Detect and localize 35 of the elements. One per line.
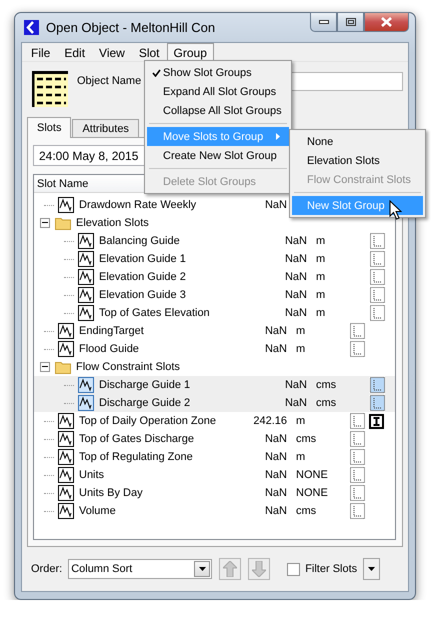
slot-value: NaN	[264, 199, 287, 211]
slot-value: NaN	[264, 325, 287, 337]
slot-value: NaN	[284, 235, 307, 247]
filter-label: Filter Slots	[305, 563, 358, 575]
order-label: Order:	[31, 563, 62, 575]
slot-unit: cms	[315, 397, 338, 409]
slot-unit: m	[295, 415, 306, 427]
slot-value: NaN	[284, 253, 307, 265]
slot-value: NaN	[284, 307, 307, 319]
slot-unit: m	[315, 235, 326, 247]
slot-value: NaN	[264, 487, 287, 499]
slot-unit: cms	[295, 433, 318, 445]
slot-unit: m	[315, 271, 326, 283]
slot-unit: cms	[315, 379, 338, 391]
window-title: Open Object - MeltonHill Con	[46, 20, 216, 35]
slot-value: NaN	[264, 505, 287, 517]
slot-value: 242.16	[252, 415, 287, 427]
slot-unit: m	[295, 451, 306, 463]
slot-value: NaN	[264, 469, 287, 481]
slot-unit: m	[315, 253, 326, 265]
slot-value: NaN	[284, 289, 307, 301]
slot-unit: cms	[295, 505, 318, 517]
slot-value: NaN	[284, 271, 307, 283]
slot-unit: m	[295, 325, 306, 337]
slot-value: NaN	[264, 451, 287, 463]
object-name-label: Object Name	[77, 75, 142, 87]
slot-value: NaN	[284, 397, 307, 409]
slot-unit: NONE	[295, 469, 329, 481]
slot-unit: m	[295, 343, 306, 355]
slot-unit: m	[315, 307, 326, 319]
slot-value: NaN	[264, 433, 287, 445]
slot-value: NaN	[264, 343, 287, 355]
slot-value: NaN	[284, 379, 307, 391]
slot-unit: NONE	[295, 487, 329, 499]
slot-unit: m	[315, 289, 326, 301]
